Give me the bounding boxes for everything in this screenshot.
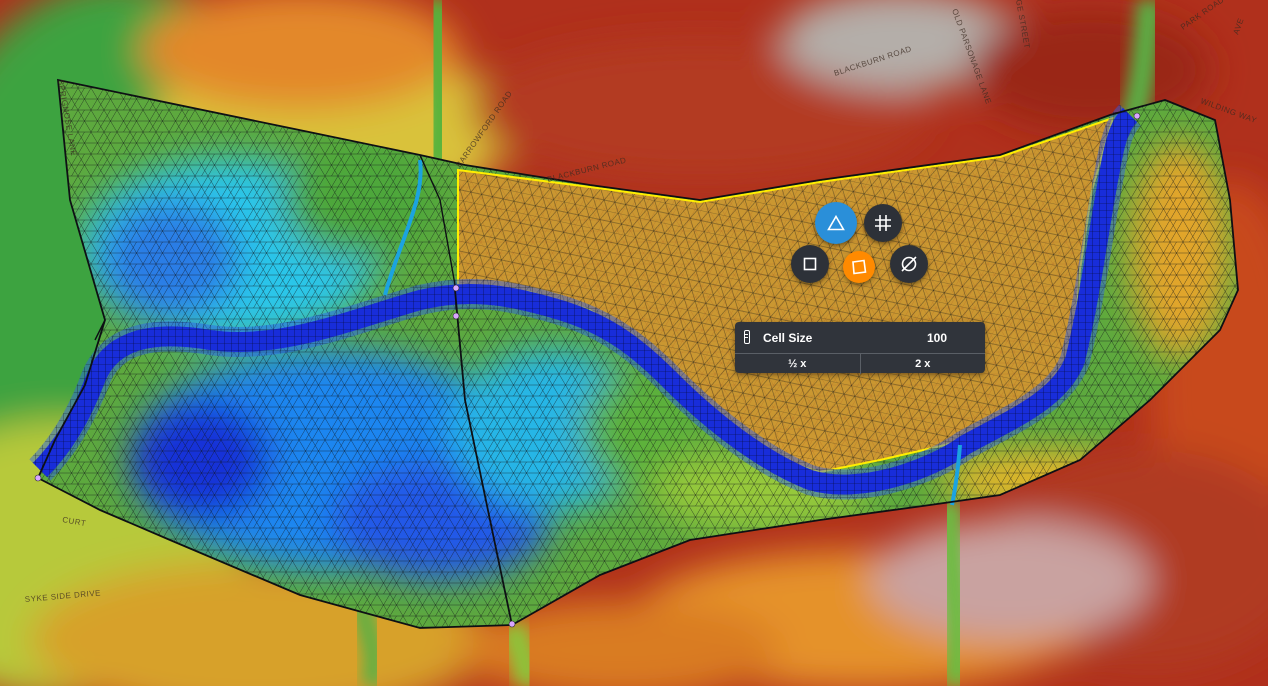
cell-size-input[interactable]: 100 [927,331,947,345]
quad-mesh-button[interactable] [843,251,875,283]
grid-mesh-button[interactable] [864,204,902,242]
quad-icon [852,259,867,275]
cell-size-panel: Cell Size 100 ½ x 2 x [735,322,986,374]
grid-icon [875,215,891,231]
triangle-mesh-button[interactable] [815,202,857,244]
ruler-icon [744,330,750,344]
square-mesh-button[interactable] [791,245,829,283]
no-mesh-button[interactable] [890,245,928,283]
triangle-icon [827,215,845,231]
terrain-map[interactable]: BARROWFORD ROAD BLACKBURN ROAD BLACKBURN… [0,0,1268,686]
empty-set-icon [901,256,917,272]
cell-size-label: Cell Size [763,331,813,345]
double-cell-size-button[interactable]: 2 x [861,354,986,374]
half-cell-size-button[interactable]: ½ x [735,354,861,374]
square-icon [803,257,817,271]
